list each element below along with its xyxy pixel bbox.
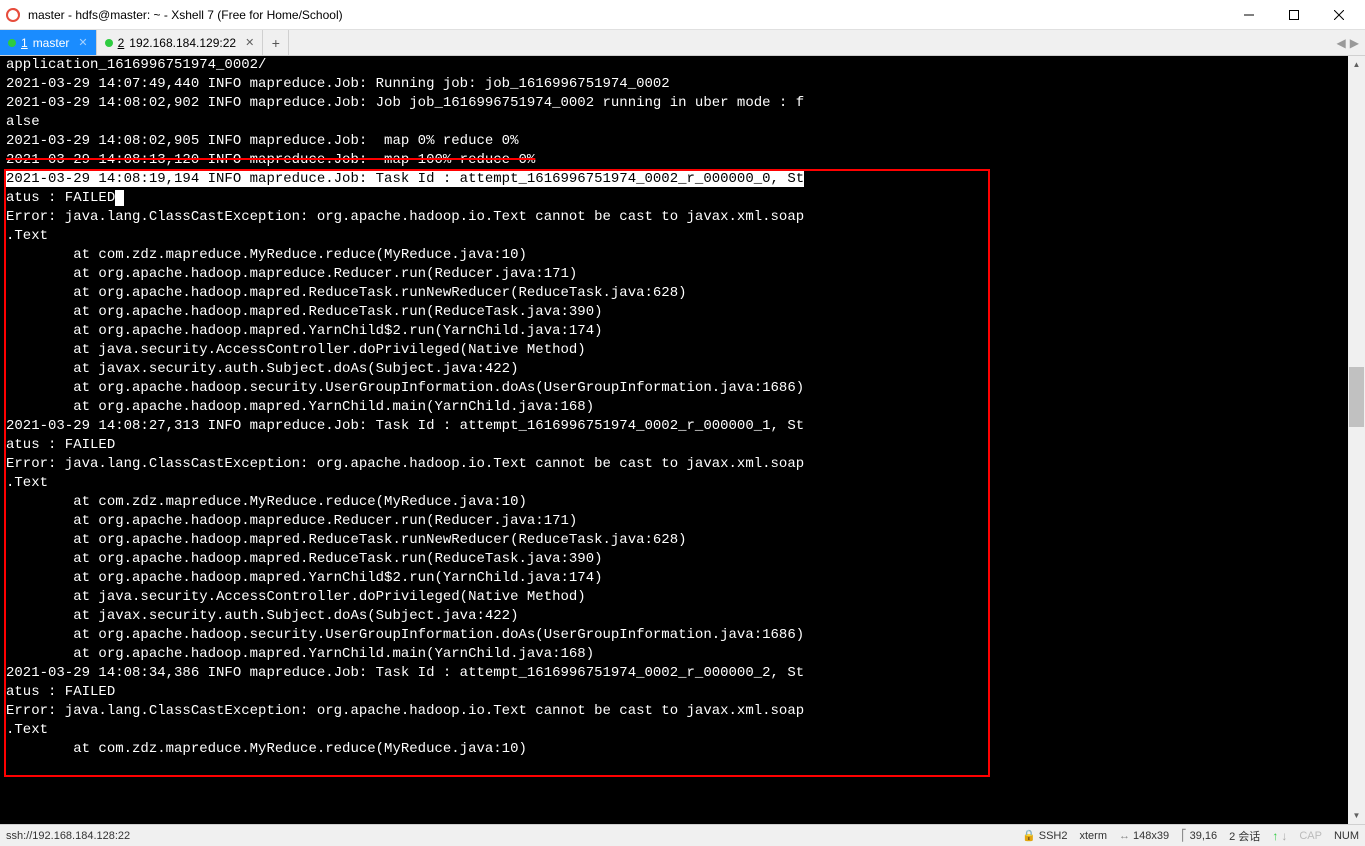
tab-label: 192.168.184.129:22 [129,36,236,50]
terminal-line: atus : FAILED [0,683,1365,702]
tab-index: 2 [118,36,125,50]
scroll-thumb[interactable] [1349,367,1364,427]
terminal-line: at com.zdz.mapreduce.MyReduce.reduce(MyR… [0,493,1365,512]
upload-icon: ↑ [1272,829,1278,843]
tab-add-button[interactable]: + [263,30,289,55]
minimize-button[interactable] [1226,0,1271,30]
vertical-scrollbar[interactable]: ▲ ▼ [1348,56,1365,824]
terminal-line: at java.security.AccessController.doPriv… [0,588,1365,607]
terminal-line: at org.apache.hadoop.mapreduce.Reducer.r… [0,265,1365,284]
terminal-line: at com.zdz.mapreduce.MyReduce.reduce(MyR… [0,740,1365,759]
size-icon: ↔ [1119,830,1130,842]
terminal-line: at org.apache.hadoop.security.UserGroupI… [0,379,1365,398]
terminal-line: at org.apache.hadoop.mapred.YarnChild.ma… [0,398,1365,417]
tab-close-icon[interactable]: ✕ [245,36,254,49]
terminal-line: at org.apache.hadoop.mapred.YarnChild$2.… [0,569,1365,588]
app-icon [4,6,22,24]
status-transfer-icons: ↑↓ [1272,829,1287,843]
status-caps: CAP [1299,830,1322,842]
session-tabbar: 1 master ✕ 2 192.168.184.129:22 ✕ + ◀ ▶ [0,30,1365,56]
terminal-line: 2021-03-29 14:08:13,120 INFO mapreduce.J… [0,151,1365,170]
terminal-line: 2021-03-29 14:08:27,313 INFO mapreduce.J… [0,417,1365,436]
tab-scroll-right-icon[interactable]: ▶ [1350,36,1359,50]
status-num: NUM [1334,830,1359,842]
status-bar: ssh://192.168.184.128:22 🔒SSH2 xterm ↔14… [0,824,1365,846]
connection-dot-icon [8,39,16,47]
terminal-line: at org.apache.hadoop.mapred.ReduceTask.r… [0,303,1365,322]
terminal-line: Error: java.lang.ClassCastException: org… [0,208,1365,227]
terminal-line: 2021-03-29 14:08:02,902 INFO mapreduce.J… [0,94,1365,113]
tab-second[interactable]: 2 192.168.184.129:22 ✕ [97,30,264,55]
terminal-line: application_1616996751974_0002/ [0,56,1365,75]
terminal-line: 2021-03-29 14:08:02,905 INFO mapreduce.J… [0,132,1365,151]
window-titlebar: master - hdfs@master: ~ - Xshell 7 (Free… [0,0,1365,30]
terminal-line: alse [0,113,1365,132]
cursor-icon: ⎡ [1181,829,1187,842]
terminal-line: at java.security.AccessController.doPriv… [0,341,1365,360]
tab-master[interactable]: 1 master ✕ [0,30,97,55]
terminal-line: 2021-03-29 14:08:34,386 INFO mapreduce.J… [0,664,1365,683]
terminal-line: at javax.security.auth.Subject.doAs(Subj… [0,607,1365,626]
terminal-line: .Text [0,474,1365,493]
terminal-area: application_1616996751974_0002/2021-03-2… [0,56,1365,824]
terminal-line: atus : FAILED [0,189,1365,208]
terminal-line: at org.apache.hadoop.mapred.YarnChild.ma… [0,645,1365,664]
terminal-line: at org.apache.hadoop.mapred.ReduceTask.r… [0,550,1365,569]
tab-scroll-left-icon[interactable]: ◀ [1337,36,1346,50]
terminal-line: at org.apache.hadoop.mapred.YarnChild$2.… [0,322,1365,341]
status-cursor: ⎡39,16 [1181,829,1217,842]
terminal-line: at org.apache.hadoop.mapreduce.Reducer.r… [0,512,1365,531]
tab-scroll-arrows: ◀ ▶ [1331,30,1365,55]
terminal-line: at javax.security.auth.Subject.doAs(Subj… [0,360,1365,379]
status-term-type: xterm [1080,830,1108,842]
tab-close-icon[interactable]: ✕ [78,36,87,49]
window-controls [1226,0,1361,30]
status-size: ↔148x39 [1119,830,1169,842]
download-icon: ↓ [1281,829,1287,843]
tab-index: 1 [21,36,28,50]
terminal-line: atus : FAILED [0,436,1365,455]
terminal-output[interactable]: application_1616996751974_0002/2021-03-2… [0,56,1365,824]
status-ssh-mode: 🔒SSH2 [1022,829,1067,842]
terminal-line: Error: java.lang.ClassCastException: org… [0,455,1365,474]
status-sessions: 2 会话 [1229,828,1260,844]
terminal-line: at org.apache.hadoop.mapred.ReduceTask.r… [0,531,1365,550]
close-button[interactable] [1316,0,1361,30]
terminal-line: at org.apache.hadoop.mapred.ReduceTask.r… [0,284,1365,303]
terminal-line: at com.zdz.mapreduce.MyReduce.reduce(MyR… [0,246,1365,265]
window-title: master - hdfs@master: ~ - Xshell 7 (Free… [28,8,1226,22]
terminal-line: 2021-03-29 14:07:49,440 INFO mapreduce.J… [0,75,1365,94]
terminal-line: .Text [0,227,1365,246]
terminal-line: Error: java.lang.ClassCastException: org… [0,702,1365,721]
terminal-line: .Text [0,721,1365,740]
scroll-track[interactable] [1348,73,1365,807]
connection-dot-icon [105,39,113,47]
status-ssh-url: ssh://192.168.184.128:22 [6,830,1010,842]
tab-label: master [33,36,70,50]
terminal-line: at org.apache.hadoop.security.UserGroupI… [0,626,1365,645]
scroll-up-button[interactable]: ▲ [1348,56,1365,73]
maximize-button[interactable] [1271,0,1316,30]
terminal-line: 2021-03-29 14:08:19,194 INFO mapreduce.J… [0,170,1365,189]
scroll-down-button[interactable]: ▼ [1348,807,1365,824]
lock-icon: 🔒 [1022,829,1036,842]
